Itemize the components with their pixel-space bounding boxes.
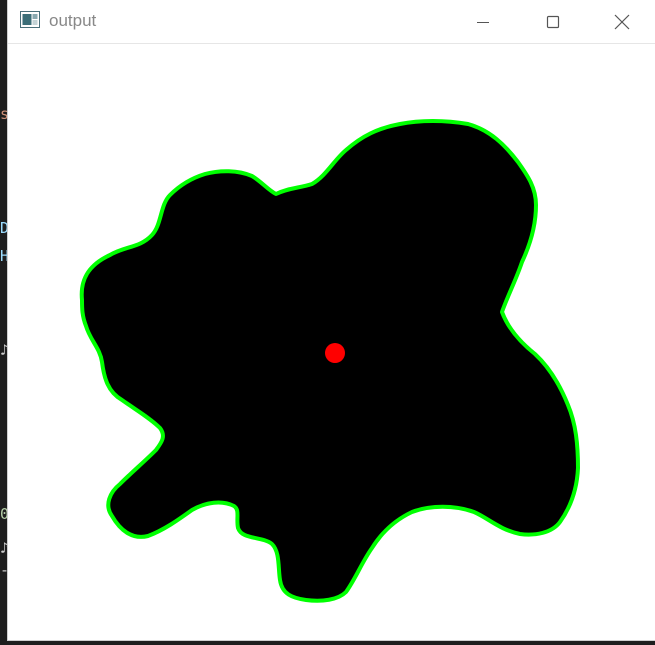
close-icon: [614, 14, 629, 29]
close-button[interactable]: [588, 0, 655, 43]
title-bar[interactable]: output: [8, 0, 655, 44]
maximize-icon: [546, 15, 560, 28]
background-glyph: ♪: [0, 342, 8, 358]
background-glyph: ♪: [0, 540, 8, 556]
window-title: output: [49, 11, 97, 30]
background-glyph: -: [0, 562, 8, 578]
center-point-marker: [325, 343, 345, 363]
minimize-button[interactable]: [448, 0, 518, 43]
background-glyph: s: [0, 106, 8, 122]
background-glyph: 0: [0, 506, 8, 522]
minimize-icon: [477, 21, 489, 23]
output-image: [79, 119, 580, 603]
background-glyph: D: [0, 220, 8, 236]
output-window: output: [8, 0, 655, 640]
image-canvas[interactable]: [8, 44, 655, 640]
background-editor-strip: s D H ♪ 0 ♪ -: [0, 0, 8, 640]
maximize-button[interactable]: [518, 0, 588, 43]
background-glyph: H: [0, 248, 8, 264]
image-window-icon: [20, 11, 40, 28]
